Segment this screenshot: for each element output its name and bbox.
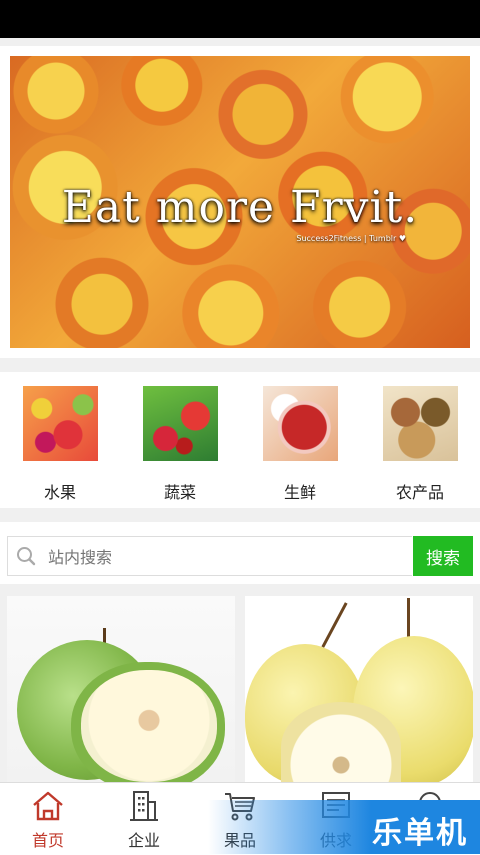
home-icon: [33, 791, 63, 821]
fruit-banner-image[interactable]: Eat more Frvit. Success2Fitness | Tumblr…: [10, 56, 470, 348]
watermark-overlay: 乐单机: [208, 800, 480, 854]
category-farm-produce[interactable]: 农产品: [380, 386, 460, 503]
product-card-pear[interactable]: [245, 596, 473, 782]
search-icon: [17, 547, 36, 566]
tab-label: 企业: [127, 831, 160, 850]
category-fruit[interactable]: 水果: [20, 386, 100, 503]
tab-home[interactable]: 首页: [0, 783, 96, 855]
building-icon: [130, 791, 158, 821]
search-button[interactable]: 搜索: [413, 536, 473, 576]
status-bar: [0, 0, 480, 38]
search-bar: 搜索: [0, 522, 480, 584]
category-label: 农产品: [395, 483, 444, 502]
category-row: 水果 蔬菜 生鲜 农产品: [0, 372, 480, 508]
banner-headline: Eat more Frvit.: [61, 182, 419, 233]
category-label: 生鲜: [283, 483, 316, 502]
category-label: 水果: [43, 483, 76, 502]
tab-company[interactable]: 企业: [96, 783, 192, 855]
fruit-thumbnail: [22, 386, 98, 461]
banner-credit: Success2Fitness | Tumblr ♥: [296, 234, 406, 243]
product-grid: [0, 592, 480, 782]
banner-section: Eat more Frvit. Success2Fitness | Tumblr…: [0, 46, 480, 358]
pear-stem: [321, 602, 348, 648]
category-label: 蔬菜: [163, 483, 196, 502]
pear-half-image: [281, 702, 401, 782]
farm-produce-thumbnail: [382, 386, 458, 461]
product-card-apple[interactable]: [7, 596, 235, 782]
apple-half-flesh: [81, 670, 217, 782]
category-fresh[interactable]: 生鲜: [260, 386, 340, 503]
watermark-text: 乐单机: [372, 816, 468, 851]
tab-label: 首页: [31, 831, 64, 850]
search-box: [7, 536, 412, 576]
search-input[interactable]: [48, 545, 398, 569]
vegetable-thumbnail: [142, 386, 218, 461]
category-vegetables[interactable]: 蔬菜: [140, 386, 220, 503]
fresh-meat-thumbnail: [262, 386, 338, 461]
